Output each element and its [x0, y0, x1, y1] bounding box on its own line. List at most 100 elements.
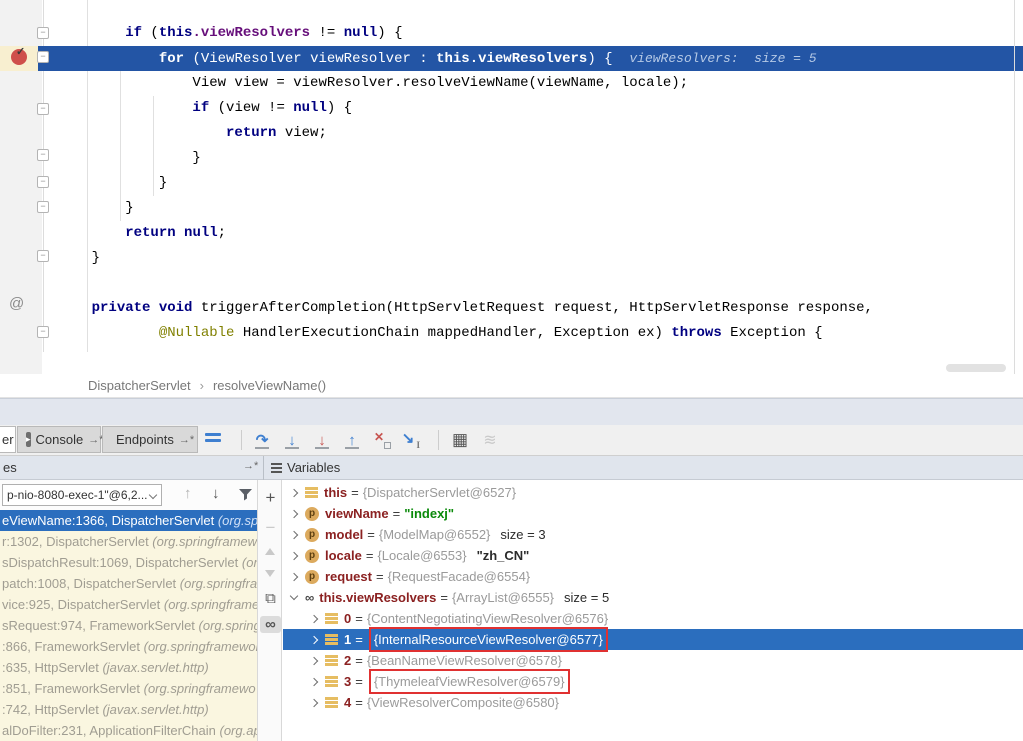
stack-frame-row[interactable]: sDispatchResult:1069, DispatcherServlet …	[0, 552, 257, 573]
step-over-button[interactable]: ↷	[250, 428, 274, 452]
parameter-icon: p	[305, 549, 319, 563]
chevron-collapsed-icon[interactable]	[290, 572, 298, 580]
code-line[interactable]: }	[0, 196, 1023, 221]
stack-frame-row[interactable]: :635, HttpServlet (javax.servlet.http)	[0, 657, 257, 678]
stack-frame-row[interactable]: vice:925, DispatcherServlet (org.springf…	[0, 594, 257, 615]
code-line[interactable]	[0, 271, 1023, 296]
fold-marker-icon[interactable]: −	[37, 176, 49, 188]
variable-row[interactable]: 3={ThymeleafViewResolver@6579}	[283, 671, 1023, 692]
chevron-collapsed-icon[interactable]	[310, 656, 318, 664]
code-lines[interactable]: if (this.viewResolvers != null) { for (V…	[0, 21, 1023, 346]
filter-frames-icon[interactable]	[238, 487, 253, 502]
stack-frame-row[interactable]: :742, HttpServlet (javax.servlet.http)	[0, 699, 257, 720]
variable-name: 1	[344, 629, 351, 650]
stack-frame-row[interactable]: r:1302, DispatcherServlet (org.springfra…	[0, 531, 257, 552]
variable-row[interactable]: pviewName="indexj"	[283, 503, 1023, 524]
tab-endpoints[interactable]: Endpoints →*	[102, 426, 198, 453]
code-line[interactable]: if (view != null) {	[0, 96, 1023, 121]
step-into-button[interactable]: ↓	[280, 428, 304, 452]
stack-frame-row[interactable]: sRequest:974, FrameworkServlet (org.spri…	[0, 615, 257, 636]
fold-marker-icon[interactable]: −	[37, 103, 49, 115]
object-icon	[325, 613, 338, 624]
code-line[interactable]: return view;	[0, 121, 1023, 146]
variable-name: 3	[344, 671, 351, 692]
chevron-collapsed-icon[interactable]	[310, 698, 318, 706]
breadcrumb: DispatcherServlet › resolveViewName()	[0, 374, 1023, 398]
fold-marker-icon[interactable]: −	[37, 326, 49, 338]
show-execution-point-icon[interactable]	[205, 433, 221, 445]
variable-row[interactable]: 1={InternalResourceViewResolver@6577}	[283, 629, 1023, 650]
variables-list[interactable]: this={DispatcherServlet@6527}pviewName="…	[283, 480, 1023, 741]
code-line[interactable]: return null;	[0, 221, 1023, 246]
variable-value-annotated: {InternalResourceViewResolver@6577}	[369, 627, 608, 652]
run-to-cursor-button[interactable]: ↘ I	[398, 428, 422, 452]
code-line[interactable]: }	[0, 171, 1023, 196]
code-line[interactable]: if (this.viewResolvers != null) {	[0, 21, 1023, 46]
stack-frame-row[interactable]: :866, FrameworkServlet (org.springframew…	[0, 636, 257, 657]
breadcrumb-method[interactable]: resolveViewName()	[213, 378, 326, 393]
step-out-button[interactable]: ↑	[340, 428, 364, 452]
add-watch-button[interactable]: +	[258, 488, 283, 508]
code-editor[interactable]: ✓ @ − − − − − − − − if (this.viewResolve…	[0, 0, 1023, 374]
breadcrumb-class[interactable]: DispatcherServlet	[88, 378, 191, 393]
variable-row[interactable]: plocale={Locale@6553}"zh_CN"	[283, 545, 1023, 566]
chevron-collapsed-icon[interactable]	[290, 530, 298, 538]
code-line[interactable]: private void triggerAfterCompletion(Http…	[0, 296, 1023, 321]
layout-settings-button[interactable]: ≋	[478, 428, 502, 452]
chevron-collapsed-icon[interactable]	[290, 551, 298, 559]
execution-line[interactable]: for (ViewResolver viewResolver : this.vi…	[0, 46, 1023, 71]
chevron-collapsed-icon[interactable]	[310, 677, 318, 685]
chevron-collapsed-icon[interactable]	[310, 614, 318, 622]
variable-row[interactable]: prequest={RequestFacade@6554}	[283, 566, 1023, 587]
variable-value-annotated: {ThymeleafViewResolver@6579}	[369, 669, 570, 694]
variable-value: {RequestFacade@6554}	[388, 566, 531, 587]
variable-row[interactable]: 4={ViewResolverComposite@6580}	[283, 692, 1023, 713]
frames-list[interactable]: eViewName:1366, DispatcherServlet (org.s…	[0, 510, 257, 741]
editor-horizontal-scrollbar[interactable]	[946, 364, 1006, 372]
stack-frame-row[interactable]: alDoFilter:231, ApplicationFilterChain (…	[0, 720, 257, 741]
fold-marker-icon[interactable]: −	[37, 250, 49, 262]
duplicate-watch-button[interactable]: ⧉	[258, 590, 283, 607]
fold-marker-icon[interactable]: −	[37, 51, 49, 63]
move-watch-up-button[interactable]	[265, 548, 275, 555]
remove-watch-button[interactable]: −	[258, 518, 283, 538]
code-line[interactable]: @Nullable HandlerExecutionChain mappedHa…	[0, 321, 1023, 346]
chevron-collapsed-icon[interactable]	[290, 509, 298, 517]
variable-name: 0	[344, 608, 351, 629]
show-watches-toggle[interactable]: ∞	[260, 616, 281, 633]
code-line[interactable]: }	[0, 246, 1023, 271]
variable-name: 4	[344, 692, 351, 713]
chevron-collapsed-icon[interactable]	[310, 635, 318, 643]
debug-toolwindow-header	[0, 398, 1023, 425]
chevron-collapsed-icon[interactable]	[290, 488, 298, 496]
evaluate-expression-button[interactable]: ▦	[448, 428, 472, 452]
code-line[interactable]: }	[0, 146, 1023, 171]
force-step-into-button[interactable]: ↓	[310, 428, 334, 452]
code-line[interactable]: View view = viewResolver.resolveViewName…	[0, 71, 1023, 96]
variables-menu-icon[interactable]	[271, 463, 282, 475]
variable-row[interactable]: ∞this.viewResolvers={ArrayList@6555}size…	[283, 587, 1023, 608]
variable-row[interactable]: 2={BeanNameViewResolver@6578}	[283, 650, 1023, 671]
variable-extra: "zh_CN"	[477, 545, 530, 566]
stack-frame-row[interactable]: patch:1008, DispatcherServlet (org.sprin…	[0, 573, 257, 594]
frames-toolbar: p-nio-8080-exec-1"@6,2... ↑ ↓	[0, 480, 257, 510]
tab-console[interactable]: ▸ Console →*	[17, 426, 101, 453]
stack-frame-row[interactable]: :851, FrameworkServlet (org.springframew…	[0, 678, 257, 699]
fold-marker-icon[interactable]: −	[37, 27, 49, 39]
variable-row[interactable]: this={DispatcherServlet@6527}	[283, 482, 1023, 503]
chevron-expanded-icon[interactable]	[290, 592, 298, 600]
variable-row[interactable]: pmodel={ModelMap@6552}size = 3	[283, 524, 1023, 545]
debugger-toolbar: er ▸ Console →* Endpoints →* ↷ ↓ ↓ ↑ ✕ ↘…	[0, 425, 1023, 456]
frames-pin-icon[interactable]: →*	[243, 460, 258, 472]
thread-selector[interactable]: p-nio-8080-exec-1"@6,2...	[2, 484, 162, 506]
parameter-icon: p	[305, 507, 319, 521]
fold-marker-icon[interactable]: −	[37, 201, 49, 213]
next-frame-button[interactable]: ↓	[212, 485, 220, 502]
drop-frame-button[interactable]: ✕	[370, 428, 394, 452]
move-watch-down-button[interactable]	[265, 570, 275, 577]
fold-marker-icon[interactable]: −	[37, 149, 49, 161]
stack-frame-row[interactable]: eViewName:1366, DispatcherServlet (org.s…	[0, 510, 257, 531]
tab-debugger[interactable]: er	[0, 426, 16, 453]
previous-frame-button[interactable]: ↑	[184, 485, 192, 502]
variable-row[interactable]: 0={ContentNegotiatingViewResolver@6576}	[283, 608, 1023, 629]
